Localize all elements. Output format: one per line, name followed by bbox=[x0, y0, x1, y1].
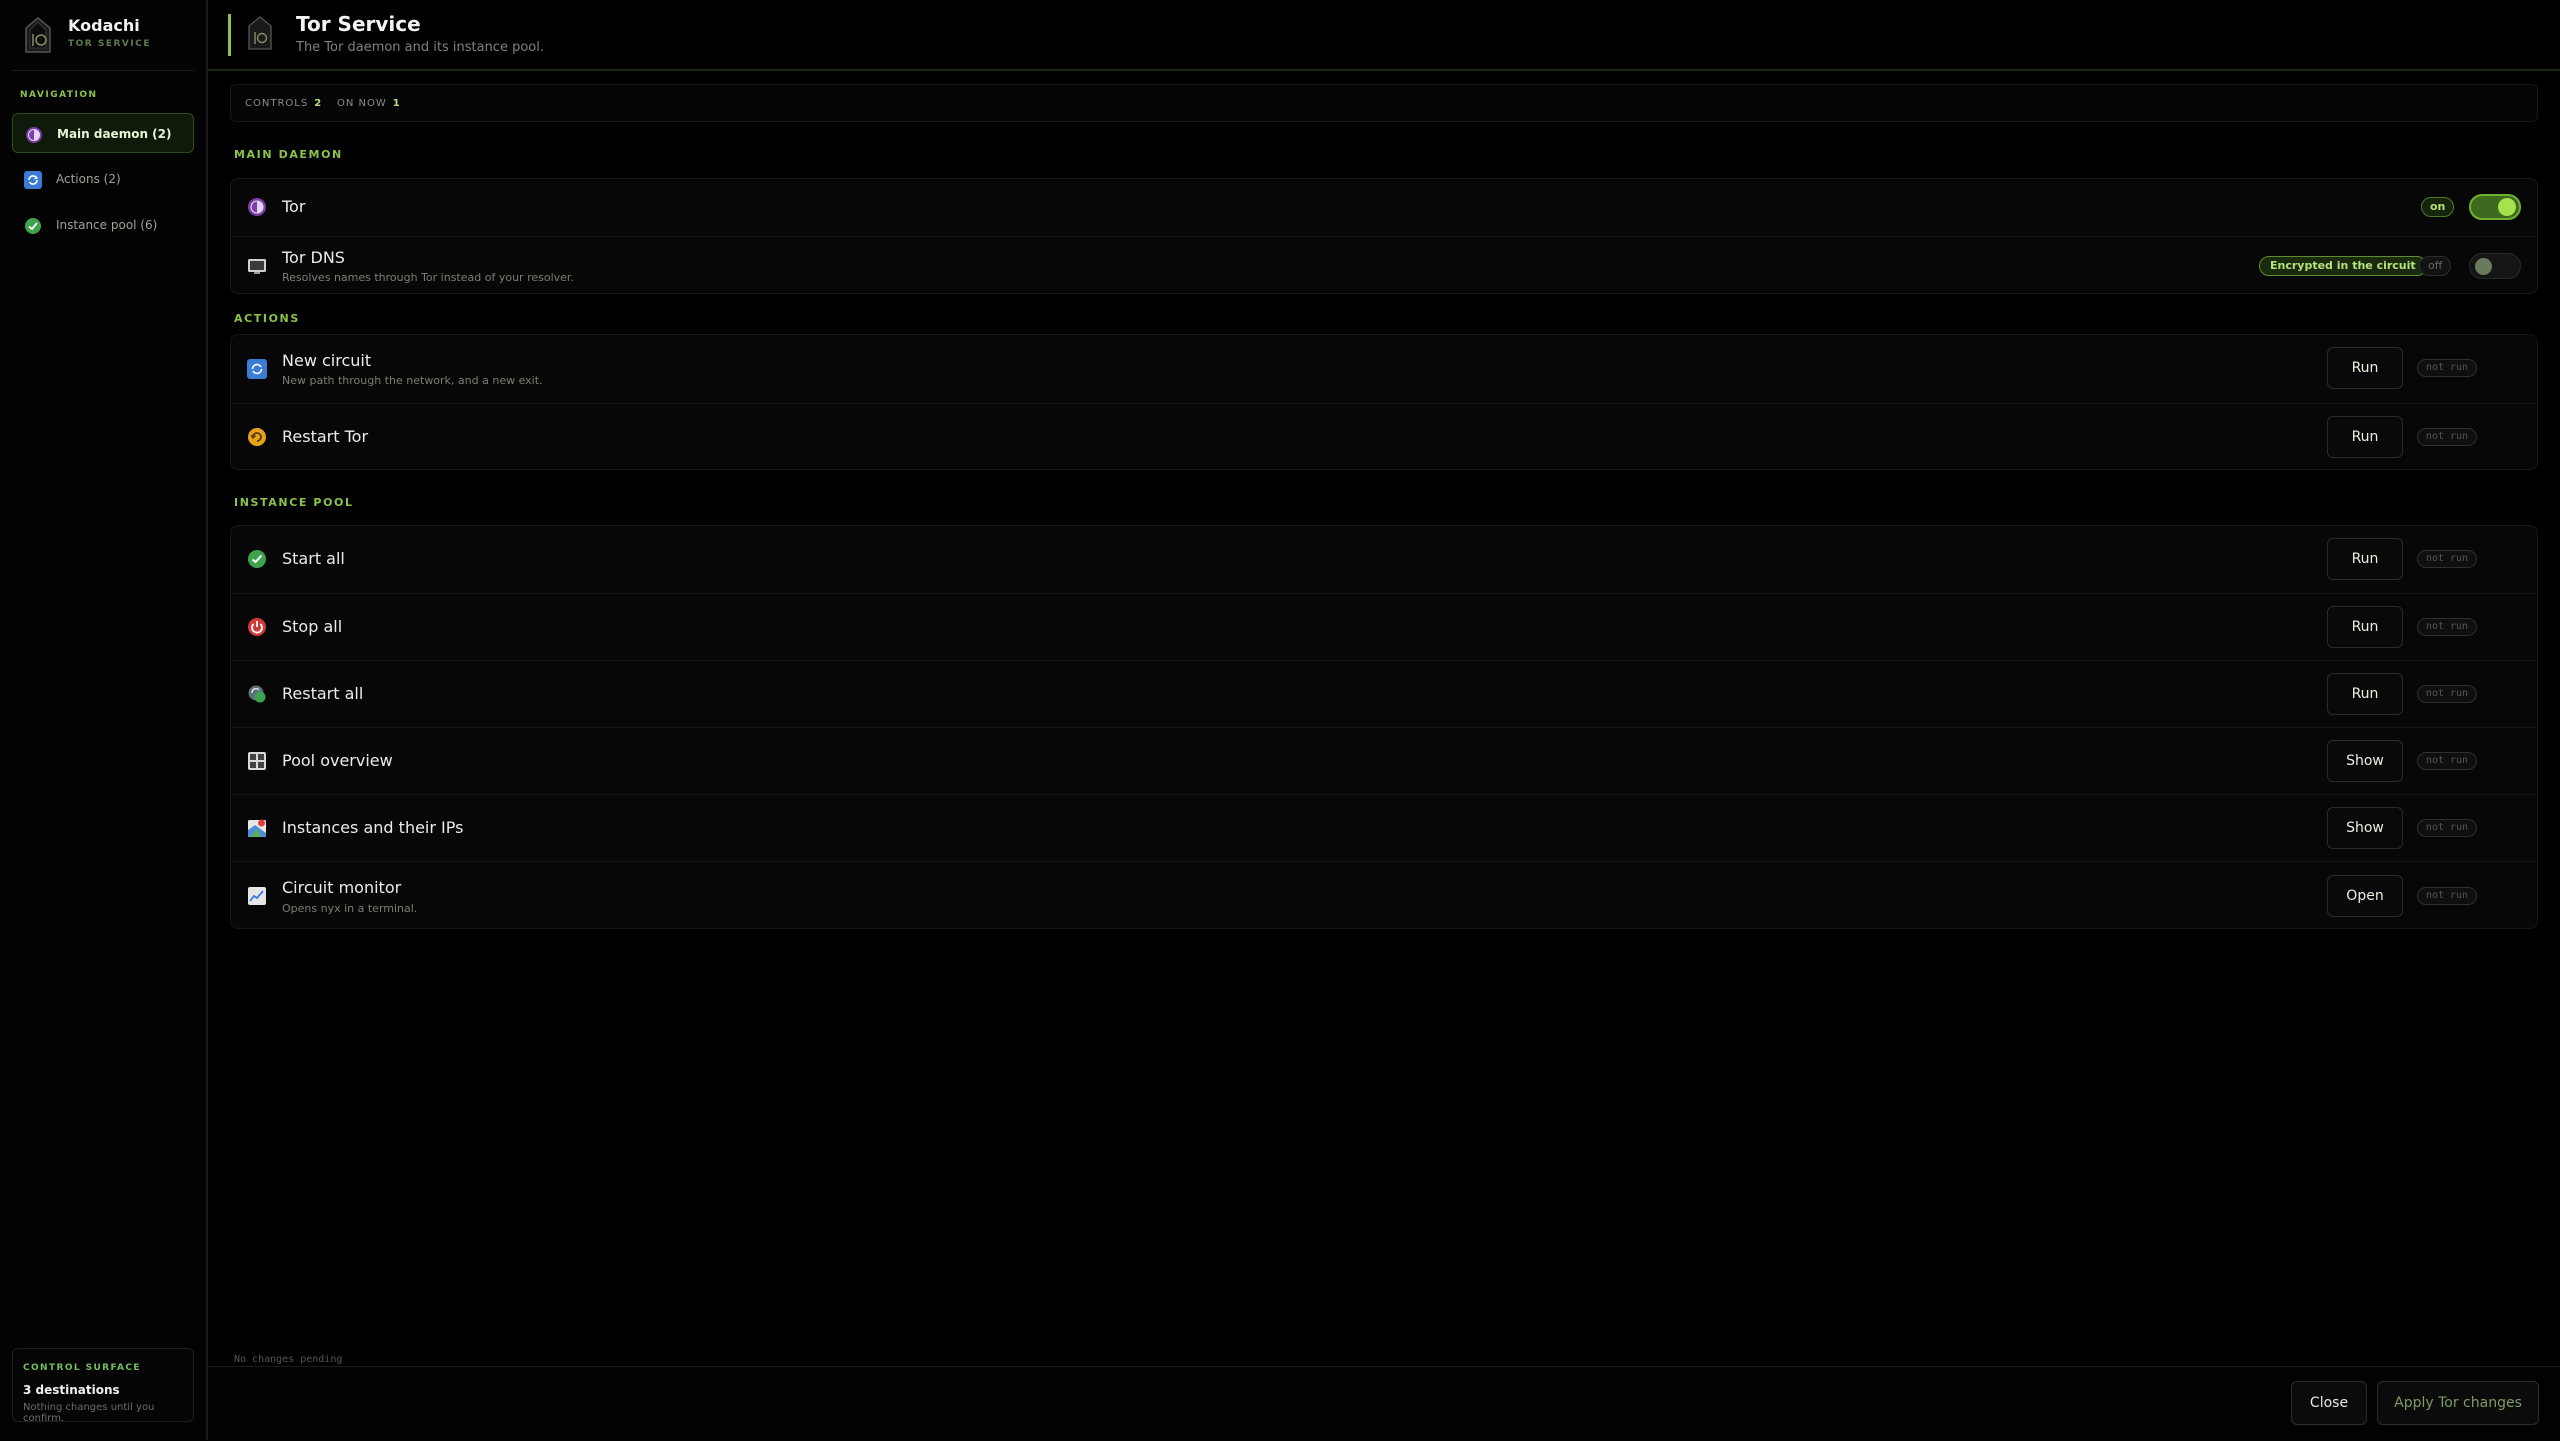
check-circle-icon bbox=[25, 218, 41, 234]
control-surface-heading: CONTROL SURFACE bbox=[23, 1363, 141, 1373]
nav-heading: NAVIGATION bbox=[20, 90, 98, 100]
action-label: Restart all bbox=[282, 684, 364, 703]
action-label: Restart Tor bbox=[282, 427, 369, 446]
action-row-pool-overview: Pool overview Show not run bbox=[231, 727, 2537, 795]
state-pill: off bbox=[2419, 256, 2452, 276]
footer-bar: Close Apply Tor changes bbox=[208, 1366, 2560, 1441]
close-button[interactable]: Close bbox=[2291, 1381, 2367, 1425]
on-now-count: ON NOW 1 bbox=[337, 98, 401, 109]
sidebar-item-label: Instance pool (6) bbox=[56, 218, 158, 232]
control-surface-title: 3 destinations bbox=[23, 1383, 120, 1397]
show-button[interactable]: Show bbox=[2327, 807, 2403, 849]
sidebar-item-label: Actions (2) bbox=[56, 172, 121, 186]
encryption-tag: Encrypted in the circuit bbox=[2259, 256, 2427, 276]
brand: Kodachi TOR SERVICE bbox=[20, 14, 200, 56]
chart-icon bbox=[248, 887, 266, 905]
section-heading-instance-pool: INSTANCE POOL bbox=[234, 496, 354, 509]
status-badge: not run bbox=[2417, 428, 2477, 446]
control-row-tor-dns: Tor DNS Resolves names through Tor inste… bbox=[231, 236, 2537, 293]
on-now-value: 1 bbox=[392, 98, 401, 109]
restart-all-icon bbox=[248, 685, 266, 703]
map-pin-icon bbox=[248, 819, 266, 837]
on-now-label: ON NOW bbox=[337, 98, 387, 109]
action-row-start-all: Start all Run not run bbox=[231, 526, 2537, 593]
page-subtitle: The Tor daemon and its instance pool. bbox=[296, 40, 544, 55]
tor-dns-toggle[interactable] bbox=[2469, 253, 2521, 279]
controls-value: 2 bbox=[314, 98, 323, 109]
page-header: Tor Service The Tor daemon and its insta… bbox=[208, 0, 2560, 71]
action-description: Opens nyx in a terminal. bbox=[282, 902, 418, 915]
action-label: Pool overview bbox=[282, 751, 393, 770]
toggle-knob bbox=[2475, 258, 2492, 275]
control-label: Tor bbox=[282, 197, 306, 216]
sidebar-item-actions[interactable]: Actions (2) bbox=[12, 159, 194, 199]
kodachi-logo-icon bbox=[248, 16, 272, 50]
tor-toggle[interactable] bbox=[2469, 194, 2521, 220]
run-button[interactable]: Run bbox=[2327, 673, 2403, 715]
pending-changes-note: No changes pending bbox=[234, 1354, 343, 1365]
refresh-icon bbox=[247, 359, 267, 379]
action-row-stop-all: Stop all Run not run bbox=[231, 593, 2537, 661]
actions-card: New circuit New path through the network… bbox=[230, 334, 2538, 470]
status-badge: not run bbox=[2417, 685, 2477, 703]
toggle-knob bbox=[2498, 198, 2516, 216]
summary-bar: CONTROLS 2 ON NOW 1 bbox=[230, 84, 2538, 122]
restart-icon bbox=[248, 428, 266, 446]
state-pill: on bbox=[2421, 197, 2455, 217]
tor-onion-icon bbox=[26, 127, 42, 143]
control-description: Resolves names through Tor instead of yo… bbox=[282, 271, 574, 284]
action-description: New path through the network, and a new … bbox=[282, 374, 543, 387]
sidebar-item-label: Main daemon (2) bbox=[57, 127, 172, 141]
action-row-restart-tor: Restart Tor Run not run bbox=[231, 403, 2537, 469]
status-badge: not run bbox=[2417, 752, 2477, 770]
control-surface-note: Nothing changes until you confirm. bbox=[23, 1402, 155, 1424]
sidebar: Kodachi TOR SERVICE NAVIGATION Main daem… bbox=[0, 0, 208, 1440]
status-badge: not run bbox=[2417, 887, 2477, 905]
control-surface-panel: CONTROL SURFACE 3 destinations Nothing c… bbox=[12, 1348, 194, 1424]
control-label: Tor DNS bbox=[282, 248, 345, 267]
grid-overview-icon bbox=[248, 752, 266, 770]
main-daemon-card: Tor on Tor DNS Resolves names through To… bbox=[230, 178, 2538, 294]
control-row-tor: Tor on bbox=[231, 179, 2537, 236]
action-row-instances-ips: Instances and their IPs Show not run bbox=[231, 794, 2537, 862]
kodachi-logo-icon bbox=[25, 17, 51, 53]
action-label: Stop all bbox=[282, 617, 343, 636]
apply-changes-button[interactable]: Apply Tor changes bbox=[2377, 1381, 2539, 1425]
check-circle-icon bbox=[248, 550, 266, 568]
tor-onion-icon bbox=[248, 198, 266, 216]
divider bbox=[12, 70, 194, 71]
section-heading-actions: ACTIONS bbox=[234, 312, 300, 325]
action-row-new-circuit: New circuit New path through the network… bbox=[231, 335, 2537, 403]
action-label: Instances and their IPs bbox=[282, 818, 464, 837]
app-name: Kodachi bbox=[68, 16, 140, 35]
power-icon bbox=[248, 618, 266, 636]
status-badge: not run bbox=[2417, 359, 2477, 377]
show-button[interactable]: Show bbox=[2327, 740, 2403, 782]
status-badge: not run bbox=[2417, 819, 2477, 837]
section-heading-main-daemon: MAIN DAEMON bbox=[234, 148, 343, 161]
open-button[interactable]: Open bbox=[2327, 875, 2403, 917]
run-button[interactable]: Run bbox=[2327, 606, 2403, 648]
monitor-icon bbox=[248, 259, 266, 274]
header-accent-bar bbox=[228, 14, 231, 56]
action-row-circuit-monitor: Circuit monitor Opens nyx in a terminal.… bbox=[231, 861, 2537, 928]
sidebar-item-instance-pool[interactable]: Instance pool (6) bbox=[12, 205, 194, 245]
action-label: Circuit monitor bbox=[282, 878, 402, 897]
status-badge: not run bbox=[2417, 550, 2477, 568]
action-label: New circuit bbox=[282, 351, 372, 370]
app-subtitle: TOR SERVICE bbox=[68, 39, 151, 49]
run-button[interactable]: Run bbox=[2327, 416, 2403, 458]
run-button[interactable]: Run bbox=[2327, 347, 2403, 389]
refresh-icon bbox=[24, 171, 42, 189]
action-row-restart-all: Restart all Run not run bbox=[231, 660, 2537, 728]
instance-pool-card: Start all Run not run Stop all Run not r… bbox=[230, 525, 2538, 929]
controls-count: CONTROLS 2 bbox=[245, 98, 322, 109]
status-badge: not run bbox=[2417, 618, 2477, 636]
controls-label: CONTROLS bbox=[245, 98, 309, 109]
action-label: Start all bbox=[282, 549, 345, 568]
page-title: Tor Service bbox=[296, 12, 421, 36]
sidebar-item-main-daemon[interactable]: Main daemon (2) bbox=[12, 113, 194, 153]
run-button[interactable]: Run bbox=[2327, 538, 2403, 580]
